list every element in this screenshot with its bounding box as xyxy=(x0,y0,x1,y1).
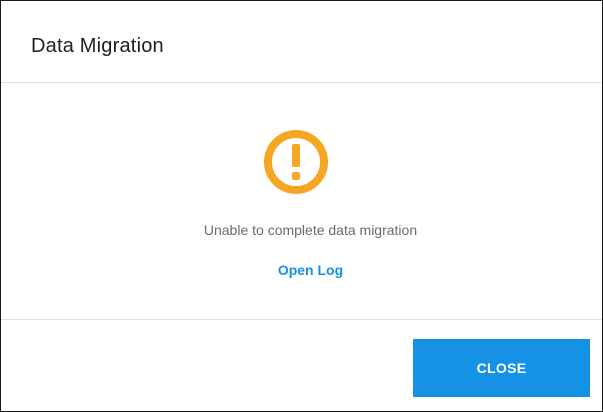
warning-exclamation-icon xyxy=(264,130,328,194)
dialog-header: Data Migration xyxy=(1,1,602,83)
dialog-body: Unable to complete data migration Open L… xyxy=(1,83,602,319)
error-message: Unable to complete data migration xyxy=(203,222,418,238)
dialog-footer: CLOSE xyxy=(1,319,602,411)
dialog-title: Data Migration xyxy=(31,35,164,57)
open-log-link[interactable]: Open Log xyxy=(1,261,602,279)
close-button[interactable]: CLOSE xyxy=(413,339,590,397)
data-migration-dialog: Data Migration Unable to complete data m… xyxy=(0,0,603,412)
